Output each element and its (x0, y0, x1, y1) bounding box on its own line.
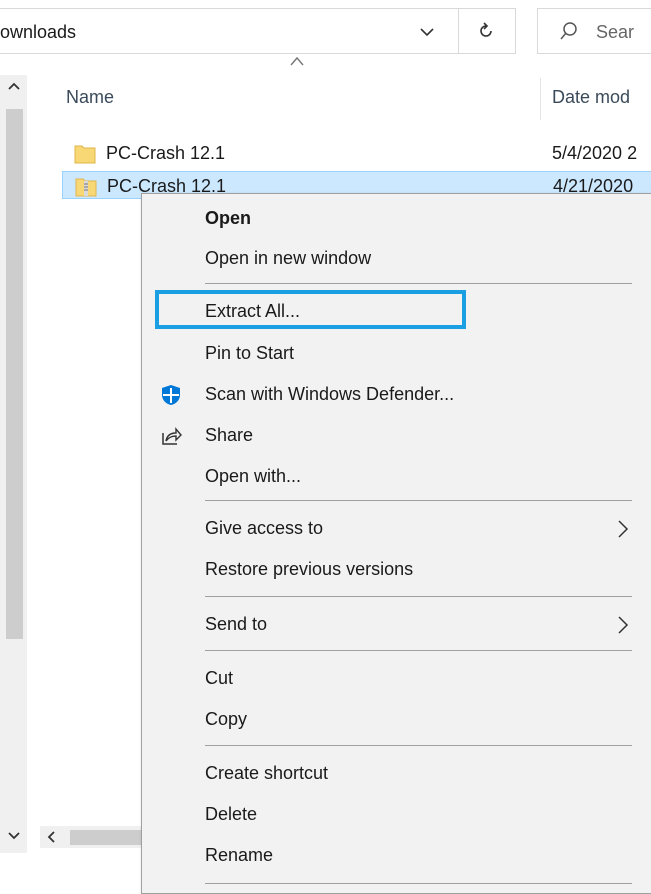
file-date: 5/4/2020 2 (552, 143, 638, 163)
file-name: PC-Crash 12.1 (106, 143, 226, 163)
menu-item-send-to[interactable]: Send to (142, 604, 651, 644)
menu-item-label: Create shortcut (205, 763, 329, 783)
menu-item-rename[interactable]: Rename (142, 835, 651, 875)
menu-item-pin-to-start[interactable]: Pin to Start (142, 333, 651, 373)
search-placeholder: Sear (596, 22, 635, 42)
menu-item-create-shortcut[interactable]: Create shortcut (142, 753, 651, 793)
menu-item-label: Share (205, 425, 254, 445)
menu-item-open[interactable]: Open (142, 198, 651, 238)
column-header-name[interactable]: Name (66, 87, 114, 108)
search-icon (560, 22, 577, 40)
address-separator (458, 9, 459, 53)
menu-separator (205, 650, 632, 651)
menu-item-open-new-window[interactable]: Open in new window (142, 238, 651, 278)
scrollbar-thumb[interactable] (6, 109, 23, 639)
windows-defender-icon (162, 385, 180, 405)
context-menu: Open Open in new window Extract All... P… (141, 193, 651, 894)
menu-item-cut[interactable]: Cut (142, 658, 651, 698)
column-header-date[interactable]: Date mod (552, 87, 630, 108)
menu-item-restore-versions[interactable]: Restore previous versions (142, 549, 651, 589)
menu-item-label: Open with... (205, 466, 302, 486)
menu-separator (205, 500, 632, 501)
scrollbar-thumb[interactable] (70, 830, 150, 845)
scroll-down-icon[interactable] (6, 827, 22, 843)
menu-separator (205, 596, 632, 597)
menu-separator (205, 745, 632, 746)
address-bar[interactable]: ownloads (0, 8, 516, 54)
menu-item-extract-all[interactable]: Extract All... (142, 291, 651, 331)
menu-item-label: Open in new window (205, 248, 372, 268)
horizontal-scrollbar[interactable] (40, 826, 150, 848)
address-path: ownloads (0, 22, 77, 42)
menu-item-label: Restore previous versions (205, 559, 414, 579)
menu-item-scan-defender[interactable]: Scan with Windows Defender... (142, 374, 651, 414)
chevron-right-icon (618, 520, 629, 538)
scroll-left-icon[interactable] (44, 829, 60, 845)
zip-folder-icon (75, 178, 97, 197)
file-row[interactable]: PC-Crash 12.1 5/4/2020 2 (62, 139, 651, 167)
sort-ascending-icon (290, 56, 304, 66)
share-icon (162, 427, 182, 445)
menu-item-label: Scan with Windows Defender... (205, 384, 455, 404)
folder-icon (74, 145, 96, 164)
menu-item-open-with[interactable]: Open with... (142, 456, 651, 496)
menu-item-label: Open (205, 208, 252, 228)
scroll-up-icon[interactable] (6, 79, 22, 95)
menu-item-share[interactable]: Share (142, 415, 651, 455)
nav-scrollbar[interactable] (0, 75, 27, 853)
refresh-icon[interactable] (475, 20, 497, 42)
column-separator[interactable] (540, 78, 541, 120)
menu-item-delete[interactable]: Delete (142, 794, 651, 834)
menu-item-label: Copy (205, 709, 248, 729)
search-box[interactable]: Sear (537, 8, 651, 54)
chevron-right-icon (618, 616, 629, 634)
menu-item-label: Pin to Start (205, 343, 295, 363)
menu-item-label: Rename (205, 845, 274, 865)
menu-item-label: Cut (205, 668, 234, 688)
menu-item-copy[interactable]: Copy (142, 699, 651, 739)
chevron-down-icon[interactable] (416, 21, 438, 43)
menu-item-label: Send to (205, 614, 268, 634)
menu-item-label: Give access to (205, 518, 324, 538)
menu-separator (205, 883, 632, 884)
menu-item-give-access[interactable]: Give access to (142, 508, 651, 548)
menu-item-label: Delete (205, 804, 258, 824)
menu-item-label: Extract All... (205, 301, 301, 321)
menu-separator (205, 283, 632, 284)
